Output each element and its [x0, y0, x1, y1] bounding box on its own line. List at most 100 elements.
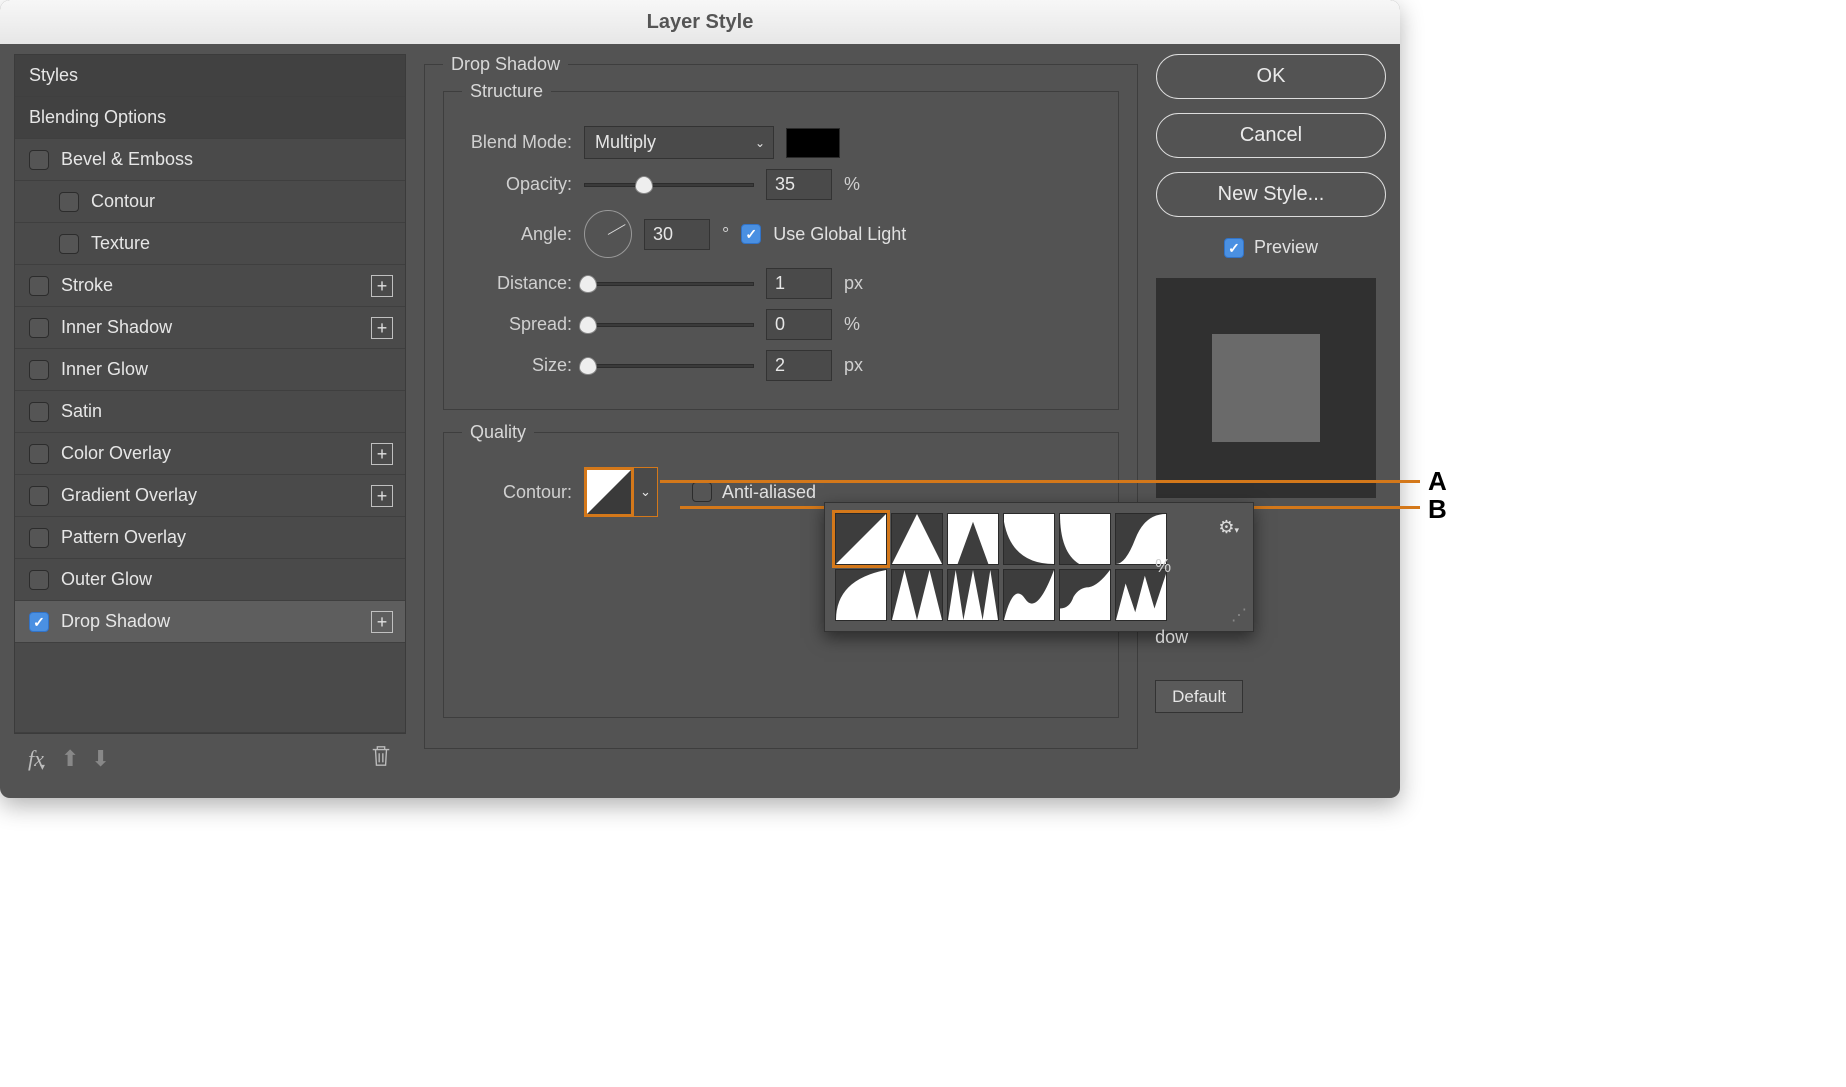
- contour-preset-linear[interactable]: [835, 513, 887, 565]
- spread-input[interactable]: 0: [766, 309, 832, 340]
- checkbox-icon[interactable]: [29, 528, 49, 548]
- trash-icon[interactable]: [370, 744, 392, 774]
- size-label: Size:: [462, 355, 572, 376]
- sidebar-item-contour[interactable]: Contour: [15, 181, 405, 223]
- sidebar-item-label: Bevel & Emboss: [61, 149, 193, 170]
- opacity-slider[interactable]: [584, 183, 754, 187]
- contour-preset-cone-inverted[interactable]: [947, 513, 999, 565]
- anti-aliased-label: Anti-aliased: [722, 482, 816, 503]
- sidebar-item-label: Contour: [91, 191, 155, 212]
- contour-preset-gaussian[interactable]: [1115, 513, 1167, 565]
- contour-preset-cone[interactable]: [891, 513, 943, 565]
- sidebar-item-label: Texture: [91, 233, 150, 254]
- sidebar-item-label: Inner Shadow: [61, 317, 172, 338]
- opacity-input[interactable]: 35: [766, 169, 832, 200]
- sidebar-item-label: Gradient Overlay: [61, 485, 197, 506]
- sidebar-item-outer-glow[interactable]: Outer Glow: [15, 559, 405, 601]
- new-style-button[interactable]: New Style...: [1156, 172, 1386, 217]
- contour-preset-rounded-steps[interactable]: [1059, 569, 1111, 621]
- checkbox-icon[interactable]: [59, 192, 79, 212]
- contour-picker-popup: ⚙▾ % dow De: [824, 502, 1254, 632]
- sidebar-item-gradient-overlay[interactable]: Gradient Overlay +: [15, 475, 405, 517]
- contour-dropdown-button[interactable]: ⌄: [634, 467, 658, 517]
- checkbox-icon[interactable]: [29, 360, 49, 380]
- checkbox-icon[interactable]: [29, 570, 49, 590]
- checkbox-icon[interactable]: [29, 486, 49, 506]
- preview-label: Preview: [1254, 237, 1318, 258]
- checkbox-icon[interactable]: [29, 318, 49, 338]
- sidebar-item-label: Satin: [61, 401, 102, 422]
- preview-checkbox[interactable]: [1224, 238, 1244, 258]
- blend-mode-select[interactable]: Multiply ⌄: [584, 126, 774, 159]
- sidebar-item-inner-glow[interactable]: Inner Glow: [15, 349, 405, 391]
- sidebar-item-pattern-overlay[interactable]: Pattern Overlay: [15, 517, 405, 559]
- angle-dial[interactable]: [584, 210, 632, 258]
- sidebar-item-label: Inner Glow: [61, 359, 148, 380]
- add-icon[interactable]: +: [371, 443, 393, 465]
- add-icon[interactable]: +: [371, 611, 393, 633]
- checkbox-icon[interactable]: [29, 444, 49, 464]
- preview-inner: [1212, 334, 1320, 442]
- anti-aliased-checkbox[interactable]: [692, 482, 712, 502]
- sidebar-header-styles[interactable]: Styles: [15, 55, 405, 97]
- gear-icon[interactable]: ⚙▾: [1218, 517, 1239, 538]
- distance-input[interactable]: 1: [766, 268, 832, 299]
- checkbox-icon[interactable]: [29, 276, 49, 296]
- sidebar-item-bevel-emboss[interactable]: Bevel & Emboss: [15, 139, 405, 181]
- contour-preset-cove-shallow[interactable]: [1059, 513, 1111, 565]
- contour-preset-ring-double[interactable]: [947, 569, 999, 621]
- contour-preset-half-round[interactable]: [835, 569, 887, 621]
- settings-panel: Drop Shadow Structure Blend Mode: Multip…: [424, 54, 1138, 761]
- global-light-label: Use Global Light: [773, 224, 906, 245]
- sidebar-header-blending[interactable]: Blending Options: [15, 97, 405, 139]
- chevron-down-icon: ⌄: [755, 136, 765, 150]
- angle-label: Angle:: [462, 224, 572, 245]
- contour-label: Contour:: [462, 482, 572, 503]
- sidebar-item-stroke[interactable]: Stroke +: [15, 265, 405, 307]
- distance-slider[interactable]: [584, 282, 754, 286]
- shadow-color-swatch[interactable]: [786, 128, 840, 158]
- spread-label: Spread:: [462, 314, 572, 335]
- contour-preset-sawtooth[interactable]: [1115, 569, 1167, 621]
- sidebar-item-satin[interactable]: Satin: [15, 391, 405, 433]
- contour-preset-ring[interactable]: [891, 569, 943, 621]
- resize-handle-icon[interactable]: ⋰: [1231, 605, 1247, 625]
- sidebar-item-texture[interactable]: Texture: [15, 223, 405, 265]
- blend-mode-label: Blend Mode:: [462, 132, 572, 153]
- structure-fieldset: Structure Blend Mode: Multiply ⌄ Opacity…: [443, 81, 1119, 410]
- ok-button[interactable]: OK: [1156, 54, 1386, 99]
- dialog-buttons: OK Cancel New Style... Preview: [1156, 54, 1386, 498]
- checkbox-icon[interactable]: [29, 612, 49, 632]
- spread-slider[interactable]: [584, 323, 754, 327]
- move-up-icon[interactable]: ⬆: [61, 746, 79, 772]
- add-icon[interactable]: +: [371, 275, 393, 297]
- reset-default-button[interactable]: Default: [1155, 680, 1243, 713]
- checkbox-icon[interactable]: [29, 150, 49, 170]
- contour-preset-cove-deep[interactable]: [1003, 513, 1055, 565]
- checkbox-icon[interactable]: [29, 402, 49, 422]
- fx-menu-button[interactable]: fx▾: [28, 746, 49, 772]
- blend-mode-value: Multiply: [595, 132, 656, 153]
- sidebar-item-label: Drop Shadow: [61, 611, 170, 632]
- sidebar-item-drop-shadow[interactable]: Drop Shadow +: [15, 601, 405, 643]
- move-down-icon[interactable]: ⬇: [91, 746, 109, 772]
- contour-preset-rolling-slope[interactable]: [1003, 569, 1055, 621]
- fieldset-legend: Structure: [462, 81, 551, 102]
- contour-preview[interactable]: [584, 467, 634, 517]
- add-icon[interactable]: +: [371, 317, 393, 339]
- sidebar-item-inner-shadow[interactable]: Inner Shadow +: [15, 307, 405, 349]
- sidebar-item-label: Stroke: [61, 275, 113, 296]
- sidebar-item-label: Outer Glow: [61, 569, 152, 590]
- distance-unit: px: [844, 273, 863, 294]
- sidebar-item-color-overlay[interactable]: Color Overlay +: [15, 433, 405, 475]
- checkbox-icon[interactable]: [59, 234, 79, 254]
- cancel-button[interactable]: Cancel: [1156, 113, 1386, 158]
- angle-unit: °: [722, 224, 729, 245]
- global-light-checkbox[interactable]: [741, 224, 761, 244]
- add-icon[interactable]: +: [371, 485, 393, 507]
- effects-sidebar: Styles Blending Options Bevel & Emboss C…: [14, 54, 406, 784]
- fieldset-legend: Quality: [462, 422, 534, 443]
- size-slider[interactable]: [584, 364, 754, 368]
- size-input[interactable]: 2: [766, 350, 832, 381]
- angle-input[interactable]: 30: [644, 219, 710, 250]
